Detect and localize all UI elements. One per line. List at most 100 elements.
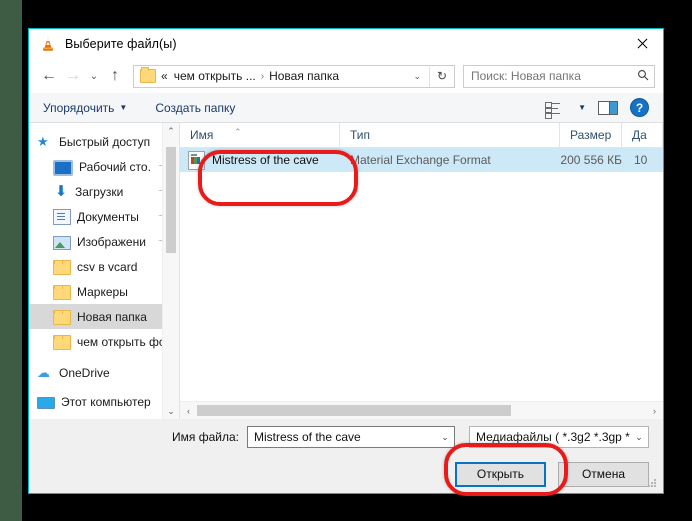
sidebar-item-quick-access[interactable]: ★ Быстрый доступ — [29, 129, 179, 154]
file-name-cell[interactable]: Mistress of the cave — [180, 150, 340, 170]
organize-button[interactable]: Упорядочить ▼ — [43, 101, 127, 115]
filename-label: Имя файла: — [172, 430, 239, 444]
onedrive-cloud-icon: ☁ — [37, 364, 50, 380]
sidebar-item-this-pc[interactable]: Этот компьютер — [29, 389, 179, 414]
scroll-up-icon[interactable]: ⌃ — [163, 123, 179, 139]
sidebar-item-label: Маркеры — [77, 284, 128, 299]
close-button[interactable] — [619, 29, 663, 58]
view-mode-button[interactable] — [545, 101, 561, 119]
file-date-cell: 10 — [634, 153, 648, 167]
scroll-down-icon[interactable]: ⌄ — [163, 403, 179, 419]
column-header-type[interactable]: Тип — [340, 123, 560, 147]
sort-ascending-icon: ⌃ — [234, 127, 242, 137]
sidebar-item-novaya-papka[interactable]: Новая папка — [29, 304, 179, 329]
search-placeholder: Поиск: Новая папка — [471, 69, 581, 83]
desktop-background-strip — [0, 0, 22, 521]
filename-input[interactable]: Mistress of the cave ⌄ — [247, 426, 455, 448]
sidebar-item-label: Загрузки — [75, 184, 124, 199]
folder-icon — [53, 285, 71, 300]
file-type-filter-select[interactable]: Медиафайлы ( *.3g2 *.3gp *.3g ⌄ — [469, 426, 649, 448]
view-mode-icon — [545, 101, 561, 119]
dialog-body: ★ Быстрый доступ Рабочий сто. 📌 ⬇ Загруз… — [29, 123, 663, 419]
sidebar-item-label: Рабочий сто. — [79, 159, 151, 174]
sidebar-scrollbar[interactable]: ⌃ ⌄ — [162, 123, 179, 419]
breadcrumb-current[interactable]: Новая папка — [266, 69, 342, 83]
refresh-icon[interactable]: ↻ — [429, 65, 454, 87]
chevron-down-icon[interactable]: ⌄ — [630, 432, 648, 443]
navigation-sidebar: ★ Быстрый доступ Рабочий сто. 📌 ⬇ Загруз… — [29, 123, 179, 419]
sidebar-item-label: Новая папка — [77, 309, 147, 324]
forward-button[interactable]: → — [61, 64, 85, 88]
folder-icon — [53, 335, 71, 350]
sidebar-item-label: OneDrive — [59, 365, 110, 380]
sidebar-item-label: чем открыть фо — [77, 334, 166, 349]
file-list-horizontal-scrollbar[interactable]: ‹ › — [180, 401, 663, 419]
downloads-icon: ⬇ — [54, 182, 68, 200]
file-rows: Mistress of the cave Material Exchange F… — [180, 148, 663, 401]
navigation-bar: ← → ⌄ ↑ « чем открыть ... › Новая папка … — [29, 59, 663, 93]
scroll-right-icon[interactable]: › — [646, 406, 663, 416]
dialog-footer: Имя файла: Mistress of the cave ⌄ Медиаф… — [29, 419, 663, 493]
sidebar-item-label: Изображени — [77, 234, 146, 249]
documents-icon — [53, 209, 71, 225]
breadcrumb-overflow[interactable]: « — [158, 69, 171, 83]
scroll-left-icon[interactable]: ‹ — [180, 406, 197, 416]
sidebar-item-label: Документы — [77, 209, 139, 224]
filename-value: Mistress of the cave — [254, 430, 361, 444]
help-button[interactable]: ? — [630, 98, 649, 117]
media-file-icon — [188, 150, 205, 170]
back-button[interactable]: ← — [37, 64, 61, 88]
file-name-label: Mistress of the cave — [212, 153, 319, 167]
sidebar-item-label: Быстрый доступ — [59, 134, 151, 149]
filename-row: Имя файла: Mistress of the cave ⌄ Медиаф… — [43, 419, 649, 455]
chevron-down-icon[interactable]: ⌄ — [436, 432, 454, 443]
folder-icon — [53, 310, 71, 325]
pictures-icon — [53, 235, 71, 250]
this-pc-icon — [37, 397, 55, 409]
chevron-down-icon[interactable]: ⌄ — [405, 71, 429, 82]
file-type-filter-value: Медиафайлы ( *.3g2 *.3gp *.3g — [476, 430, 630, 444]
open-button[interactable]: Открыть — [455, 461, 546, 487]
preview-pane-button[interactable] — [598, 100, 618, 115]
search-input[interactable]: Поиск: Новая папка — [463, 64, 655, 88]
column-label: Имя — [190, 128, 214, 142]
sidebar-item-onedrive[interactable]: ☁ OneDrive — [29, 360, 179, 385]
breadcrumb-parent[interactable]: чем открыть ... — [171, 69, 259, 83]
quick-access-star-icon: ★ — [37, 133, 49, 149]
new-folder-button[interactable]: Создать папку — [155, 101, 235, 115]
scrollbar-track[interactable] — [197, 402, 646, 419]
chevron-down-icon: ▼ — [119, 103, 128, 112]
toolbar: Упорядочить ▼ Создать папку ▼ ? — [29, 93, 663, 123]
window-title: Выберите файл(ы) — [65, 37, 177, 51]
sidebar-item-desktop[interactable]: Рабочий сто. 📌 — [29, 154, 179, 179]
preview-pane-icon — [598, 100, 618, 115]
breadcrumb[interactable]: « чем открыть ... › Новая папка ⌄ ↻ — [133, 64, 455, 88]
sidebar-item-pictures[interactable]: Изображени 📌 — [29, 229, 179, 254]
search-icon — [632, 69, 654, 84]
sidebar-item-chem-otkryt[interactable]: чем открыть фо — [29, 329, 179, 354]
up-button[interactable]: ↑ — [103, 64, 127, 88]
vlc-cone-icon — [39, 35, 57, 53]
sidebar-item-markery[interactable]: Маркеры — [29, 279, 179, 304]
new-folder-label: Создать папку — [155, 100, 236, 115]
sidebar-item-downloads[interactable]: ⬇ Загрузки 📌 — [29, 179, 179, 204]
column-header-name[interactable]: Имя ⌃ — [180, 123, 340, 147]
recent-locations-button[interactable]: ⌄ — [85, 64, 103, 88]
view-mode-dropdown[interactable]: ▼ — [573, 103, 586, 112]
scrollbar-thumb[interactable] — [197, 405, 512, 416]
cancel-button[interactable]: Отмена — [558, 461, 649, 487]
close-icon — [636, 38, 647, 49]
sidebar-item-csv-v-vcard[interactable]: csv в vcard — [29, 254, 179, 279]
column-header-date[interactable]: Да — [622, 123, 663, 147]
column-headers: Имя ⌃ Тип Размер Да — [180, 123, 663, 148]
column-header-size[interactable]: Размер — [560, 123, 622, 147]
folder-icon — [53, 260, 71, 275]
table-row[interactable]: Mistress of the cave Material Exchange F… — [180, 148, 663, 172]
file-size-cell: 200 556 КБ — [560, 153, 622, 167]
resize-grip[interactable] — [648, 479, 658, 489]
file-list-pane: Имя ⌃ Тип Размер Да Mistress of the cave… — [180, 123, 663, 419]
scrollbar-thumb[interactable] — [166, 147, 176, 253]
screenshot-root: Выберите файл(ы) ← → ⌄ ↑ « чем открыть .… — [0, 0, 692, 521]
sidebar-item-documents[interactable]: Документы 📌 — [29, 204, 179, 229]
sidebar-item-label: Этот компьютер — [61, 394, 151, 409]
